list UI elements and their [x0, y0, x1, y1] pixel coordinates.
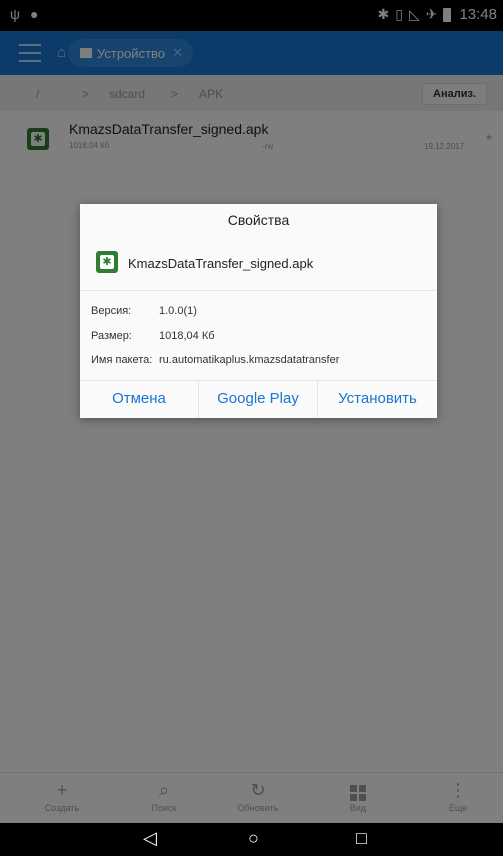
package-label: Имя пакета: [91, 354, 153, 366]
version-label: Версия: [91, 305, 132, 317]
dialog-file-header: ✱ KmazsDataTransfer_signed.apk [80, 244, 437, 290]
home-circle-icon[interactable]: ○ [248, 828, 259, 849]
cancel-button[interactable]: Отмена [80, 380, 198, 418]
install-button[interactable]: Установить [318, 380, 437, 418]
dialog-title: Свойства [227, 212, 290, 228]
version-value: 1.0.0(1) [159, 305, 197, 317]
version-row: Версия: 1.0.0(1) [91, 305, 197, 317]
size-row: Размер: 1018,04 Кб [91, 330, 215, 342]
size-value: 1018,04 Кб [159, 330, 215, 342]
properties-dialog: Свойства ✱ KmazsDataTransfer_signed.apk … [80, 204, 437, 418]
back-icon[interactable]: ◁ [143, 828, 157, 849]
navigation-bar: ◁ ○ □ [0, 823, 503, 856]
dialog-file-name: KmazsDataTransfer_signed.apk [128, 256, 314, 271]
package-row: Имя пакета: ru.automatikaplus.kmazsdatat… [91, 354, 339, 366]
size-label: Размер: [91, 330, 132, 342]
recents-icon[interactable]: □ [356, 828, 367, 849]
dialog-buttons: Отмена Google Play Установить [80, 380, 437, 418]
package-value: ru.automatikaplus.kmazsdatatransfer [159, 354, 340, 366]
google-play-button[interactable]: Google Play [199, 380, 317, 418]
divider [80, 290, 437, 291]
apk-file-icon: ✱ [96, 251, 118, 273]
